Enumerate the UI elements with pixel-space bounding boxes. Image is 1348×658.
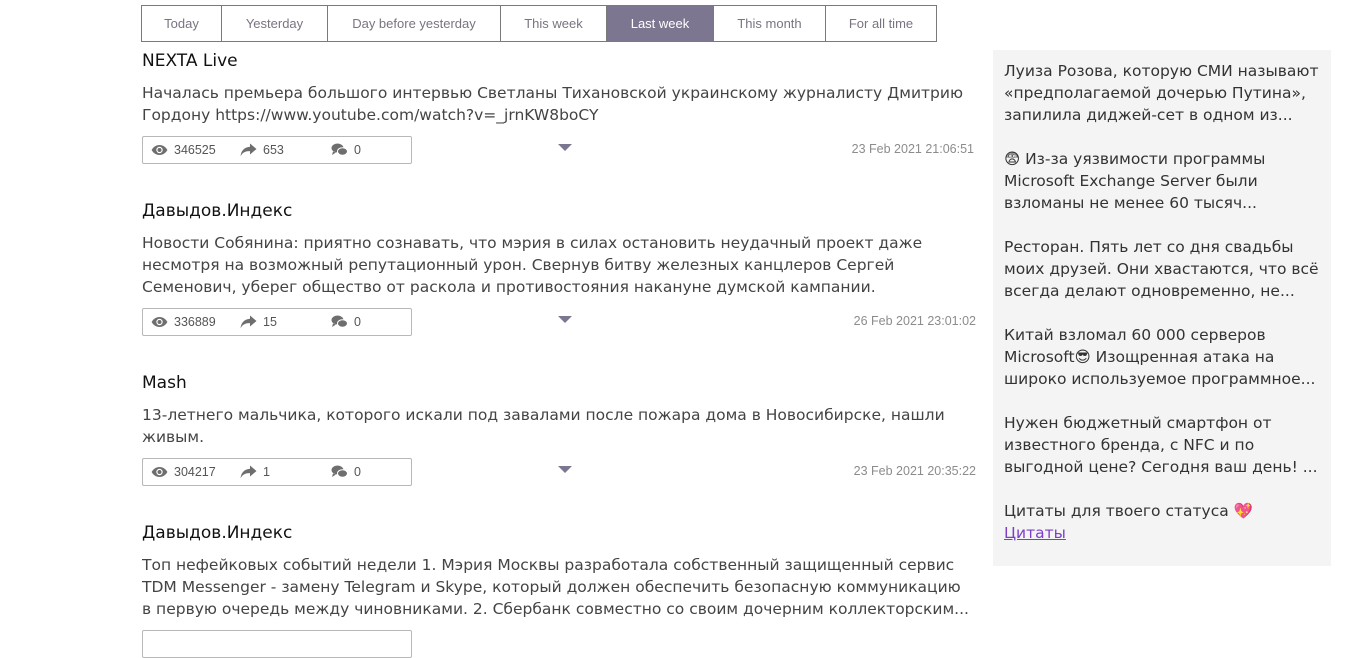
- comments-stat: 0: [331, 459, 361, 485]
- post-text: 13-летнего мальчика, которого искали под…: [142, 406, 945, 446]
- sidebar-ad-text: Цитаты для твоего статуса 💖: [1004, 502, 1253, 520]
- share-icon: [240, 315, 257, 329]
- shares-count: 15: [263, 315, 277, 329]
- tab-today[interactable]: Today: [142, 6, 222, 41]
- post-text: Топ нефейковых событий недели 1. Мэрия М…: [142, 556, 969, 618]
- expand-arrow-icon[interactable]: [557, 464, 573, 474]
- post-date: 23 Feb 2021 21:06:51: [851, 142, 974, 156]
- tab-day-before-yesterday[interactable]: Day before yesterday: [328, 6, 501, 41]
- comments-count: 0: [354, 143, 361, 157]
- share-icon: [240, 465, 257, 479]
- comments-icon: [331, 465, 348, 478]
- comments-icon: [331, 143, 348, 156]
- shares-count: 653: [263, 143, 284, 157]
- views-stat: 304217: [151, 459, 216, 485]
- shares-stat: 1: [240, 459, 270, 485]
- shares-stat: 15: [240, 309, 277, 335]
- period-tabs: Today Yesterday Day before yesterday Thi…: [141, 5, 937, 42]
- sidebar-item[interactable]: Нужен бюджетный смартфон от известного б…: [1004, 412, 1322, 478]
- tab-for-all-time[interactable]: For all time: [826, 6, 936, 41]
- post-date: 23 Feb 2021 20:35:22: [853, 464, 976, 478]
- tab-this-week[interactable]: This week: [501, 6, 607, 41]
- sidebar-item[interactable]: Ресторан. Пять лет со дня свадьбы моих д…: [1004, 236, 1322, 302]
- sidebar-item[interactable]: Китай взломал 60 000 серверов Microsoft😎…: [1004, 324, 1322, 390]
- post-author[interactable]: Давыдов.Индекс: [142, 522, 978, 544]
- comments-stat: 0: [331, 137, 361, 163]
- comments-icon: [331, 315, 348, 328]
- tab-yesterday[interactable]: Yesterday: [222, 6, 328, 41]
- post-stats: 304217 1 0: [142, 458, 412, 486]
- expand-arrow-icon[interactable]: [557, 142, 573, 152]
- post-author[interactable]: Mash: [142, 372, 978, 394]
- post-stats: 346525 653 0: [142, 136, 412, 164]
- comments-count: 0: [354, 465, 361, 479]
- sidebar-item[interactable]: 😨 Из-за уязвимости программы Microsoft E…: [1004, 148, 1322, 214]
- views-stat: 336889: [151, 309, 216, 335]
- post-footer: 304217 1 0 23 Feb 2021 20:35:22: [142, 458, 978, 486]
- post-author[interactable]: NEXTA Live: [142, 50, 978, 72]
- eye-icon: [151, 145, 168, 155]
- expand-arrow-icon[interactable]: [557, 314, 573, 324]
- shares-stat: 653: [240, 137, 284, 163]
- post-text: Началась премьера большого интервью Свет…: [142, 84, 964, 124]
- views-count: 304217: [174, 465, 216, 479]
- sidebar-item[interactable]: Луиза Розова, которую СМИ называют «пред…: [1004, 60, 1322, 126]
- post-date: 26 Feb 2021 23:01:02: [853, 314, 976, 328]
- post: NEXTA Live Началась премьера большого ин…: [142, 50, 978, 164]
- views-count: 336889: [174, 315, 216, 329]
- post-author[interactable]: Давыдов.Индекс: [142, 200, 978, 222]
- sidebar-item-ad: Цитаты для твоего статуса 💖 Цитаты: [1004, 500, 1322, 544]
- tab-this-month[interactable]: This month: [714, 6, 826, 41]
- post: Давыдов.Индекс Топ нефейковых событий не…: [142, 522, 978, 658]
- eye-icon: [151, 467, 168, 477]
- comments-count: 0: [354, 315, 361, 329]
- shares-count: 1: [263, 465, 270, 479]
- post: Давыдов.Индекс Новости Собянина: приятно…: [142, 200, 978, 336]
- post-stats: 336889 15 0: [142, 308, 412, 336]
- views-count: 346525: [174, 143, 216, 157]
- post-text: Новости Собянина: приятно сознавать, что…: [142, 234, 923, 296]
- related-sidebar: Луиза Розова, которую СМИ называют «пред…: [993, 50, 1331, 566]
- eye-icon: [151, 317, 168, 327]
- share-icon: [240, 143, 257, 157]
- tab-last-week[interactable]: Last week: [607, 6, 714, 41]
- post: Mash 13-летнего мальчика, которого искал…: [142, 372, 978, 486]
- views-stat: 346525: [151, 137, 216, 163]
- sidebar-ad-link[interactable]: Цитаты: [1004, 522, 1322, 544]
- post-footer: 336889 15 0 26 Feb 2021 23:01:02: [142, 308, 978, 336]
- post-footer: [142, 630, 978, 658]
- post-footer: 346525 653 0 23 Feb 2021 21:06:51: [142, 136, 978, 164]
- post-stats: [142, 630, 412, 658]
- comments-stat: 0: [331, 309, 361, 335]
